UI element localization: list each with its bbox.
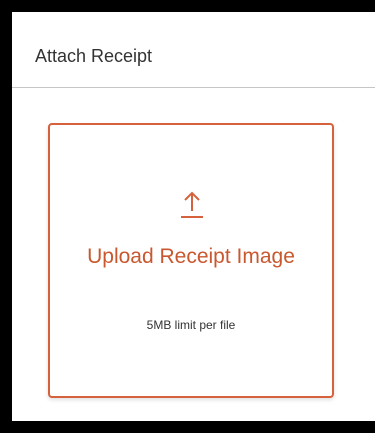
file-size-limit-text: 5MB limit per file	[146, 318, 236, 332]
dialog-title: Attach Receipt	[35, 46, 153, 66]
upload-receipt-label: Upload Receipt Image	[87, 245, 295, 268]
upload-arrow-icon	[181, 191, 203, 218]
upload-receipt-button[interactable]: Upload Receipt Image 5MB limit per file	[48, 123, 334, 398]
dialog-header: Attach Receipt	[12, 12, 375, 88]
